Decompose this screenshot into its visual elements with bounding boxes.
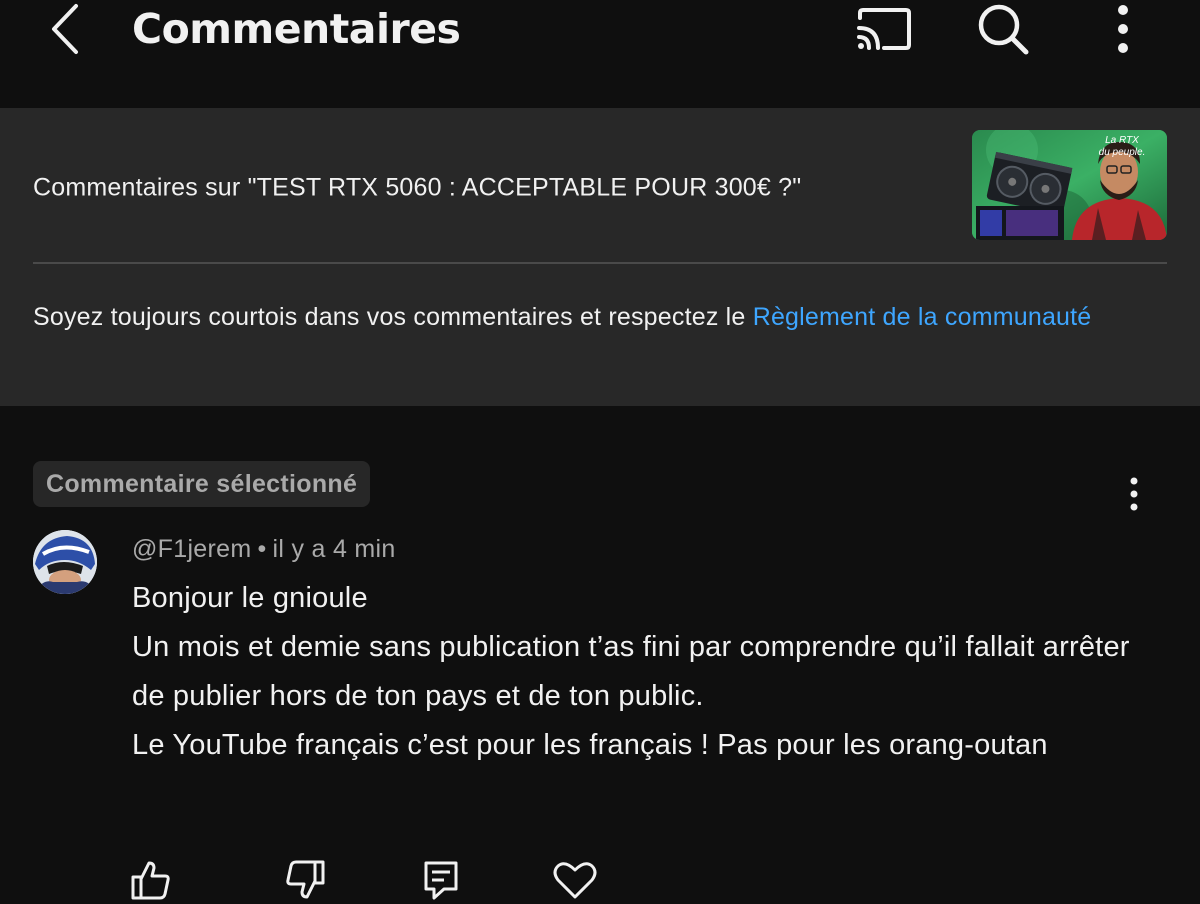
guidelines-text: Soyez toujours courtois dans vos comment… [33,303,753,331]
meta-separator: • [257,535,267,563]
chevron-left-icon [52,4,78,54]
comment-more-button[interactable] [1112,470,1156,518]
avatar-image [33,530,97,594]
comments-header-panel: Commentaires sur "TEST RTX 5060 : ACCEPT… [0,108,1200,406]
reply-icon [424,861,458,900]
top-bar: Commentaires [0,0,1200,108]
community-guidelines-notice: Soyez toujours courtois dans vos comment… [33,298,1153,336]
video-thumbnail[interactable]: La RTX du peuple. [972,130,1167,240]
comment-line: Un mois et demie sans publication t’as f… [132,631,1130,712]
search-icon [978,4,1029,55]
reply-button[interactable] [408,850,474,904]
page-title: Commentaires [132,5,461,53]
like-icon [131,861,170,900]
thumbnail-artwork: La RTX du peuple. [972,130,1167,240]
more-vertical-icon [1130,477,1138,511]
thumbnail-caption-line2: du peuple. [1099,147,1146,158]
thumbnail-caption-line1: La RTX [1105,135,1139,146]
comment-timestamp: il y a 4 min [272,535,396,563]
video-info-row[interactable]: Commentaires sur "TEST RTX 5060 : ACCEPT… [33,130,1167,240]
comment-line: Bonjour le gnioule [132,582,368,614]
comment-author[interactable]: @F1jerem [132,535,251,563]
cast-icon [857,8,911,50]
dislike-icon [286,860,325,899]
comment-line: Le YouTube français c’est pour les franç… [132,729,1048,761]
more-vertical-icon [1118,5,1128,53]
community-guidelines-link[interactable]: Règlement de la communauté [753,303,1092,331]
video-title: Commentaires sur "TEST RTX 5060 : ACCEPT… [33,173,802,202]
search-button[interactable] [970,0,1036,58]
selected-comment-badge: Commentaire sélectionné [33,461,371,507]
cast-button[interactable] [850,0,916,58]
comment-body: Bonjour le gnioule Un mois et demie sans… [132,574,1142,770]
avatar[interactable] [33,530,97,594]
comment-meta: @F1jerem • il y a 4 min [132,535,396,564]
like-button[interactable] [118,850,184,904]
dislike-button[interactable] [272,850,338,904]
heart-icon [553,862,597,899]
comments-screen: Commentaires Commentaires sur "TEST RTX … [0,0,1200,904]
divider [33,262,1167,264]
more-options-button[interactable] [1100,0,1146,58]
heart-button[interactable] [542,850,608,904]
back-button[interactable] [40,0,90,58]
